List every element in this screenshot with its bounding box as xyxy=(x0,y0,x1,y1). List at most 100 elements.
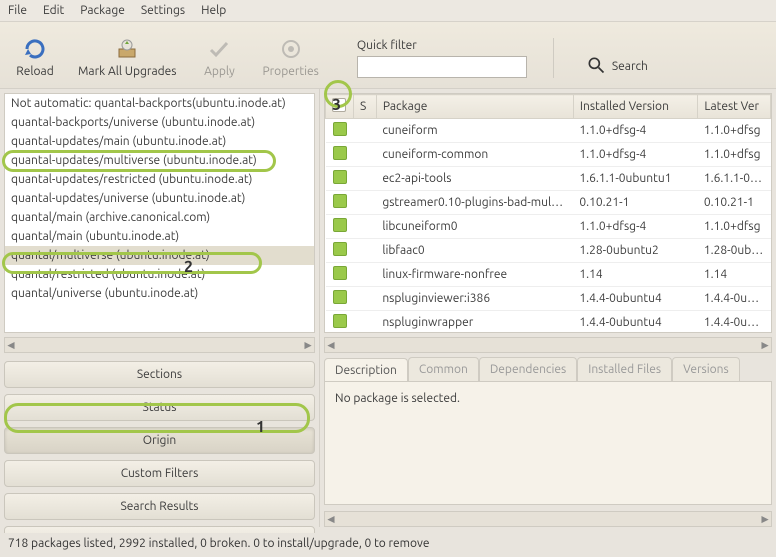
status-bar: 718 packages listed, 2992 installed, 0 b… xyxy=(0,533,776,554)
toolbar-divider xyxy=(553,38,554,78)
detail-hscrollbar[interactable]: ◄► xyxy=(324,511,772,527)
col-installed-version[interactable]: Installed Version xyxy=(573,95,697,119)
reload-label: Reload xyxy=(16,65,53,78)
table-row[interactable]: libcuneiform01.1.0+dfsg-41.1.0+dfsg xyxy=(326,215,771,239)
origin-item[interactable]: quantal/multiverse (ubuntu.inode.at) xyxy=(5,246,314,265)
package-status-icon[interactable] xyxy=(333,218,347,232)
installed-version: 1.1.0+dfsg-4 xyxy=(573,143,697,167)
sections-button[interactable]: Sections xyxy=(4,361,315,388)
latest-version: 1.14 xyxy=(698,263,771,287)
origin-item[interactable]: quantal/universe (ubuntu.inode.at) xyxy=(5,284,314,303)
origin-item[interactable]: quantal-backports/universe (ubuntu.inode… xyxy=(5,113,314,132)
quick-filter-label: Quick filter xyxy=(357,39,527,52)
table-row[interactable]: nspluginviewer:i3861.4.4-0ubuntu41.4.4-0… xyxy=(326,287,771,311)
detail-tabs: Description Common Dependencies Installe… xyxy=(324,357,772,381)
menu-file[interactable]: File xyxy=(8,4,27,17)
menu-edit[interactable]: Edit xyxy=(43,4,64,17)
mark-all-upgrades-button[interactable]: Mark All Upgrades xyxy=(78,35,176,78)
package-name: cuneiform-common xyxy=(376,143,573,167)
search-label: Search xyxy=(612,60,648,73)
package-hscrollbar[interactable]: ◄► xyxy=(324,337,772,353)
menu-help[interactable]: Help xyxy=(201,4,226,17)
category-buttons: Sections Status Origin Custom Filters Se… xyxy=(0,357,319,557)
col-status[interactable] xyxy=(326,95,354,119)
latest-version: 1.6.1.1-0ubuntu1 xyxy=(698,167,771,191)
installed-version: 1.1.0+dfsg-4 xyxy=(573,119,697,143)
latest-version: 1.28-0ubuntu2 xyxy=(698,239,771,263)
table-row[interactable]: linux-firmware-nonfree1.141.14 xyxy=(326,263,771,287)
apply-label: Apply xyxy=(204,65,235,78)
col-latest-version[interactable]: Latest Ver xyxy=(698,95,771,119)
properties-icon xyxy=(277,35,305,63)
reload-button[interactable]: Reload xyxy=(10,35,60,78)
quick-filter-group: Quick filter xyxy=(357,39,527,78)
package-name: libfaac0 xyxy=(376,239,573,263)
main-area: Not automatic: quantal-backports(ubuntu.… xyxy=(0,89,776,527)
apply-button: Apply xyxy=(194,35,244,78)
tab-dependencies[interactable]: Dependencies xyxy=(479,357,577,381)
search-results-button[interactable]: Search Results xyxy=(4,493,315,520)
tab-installed-files[interactable]: Installed Files xyxy=(577,357,672,381)
origin-button[interactable]: Origin xyxy=(4,427,315,454)
origin-item[interactable]: quantal-updates/restricted (ubuntu.inode… xyxy=(5,170,314,189)
package-status-icon[interactable] xyxy=(333,146,347,160)
latest-version: 1.1.0+dfsg xyxy=(698,143,771,167)
package-status-icon[interactable] xyxy=(333,242,347,256)
package-status-icon[interactable] xyxy=(333,122,347,136)
latest-version: 0.10.21-1 xyxy=(698,191,771,215)
tab-common[interactable]: Common xyxy=(408,357,479,381)
table-row[interactable]: cuneiform1.1.0+dfsg-41.1.0+dfsg xyxy=(326,119,771,143)
table-row[interactable]: nspluginwrapper1.4.4-0ubuntu41.4.4-0ubun… xyxy=(326,311,771,334)
menu-package[interactable]: Package xyxy=(80,4,125,17)
col-status2[interactable]: S xyxy=(354,95,377,119)
package-name: cuneiform xyxy=(376,119,573,143)
upgrade-icon xyxy=(113,35,141,63)
installed-version: 1.14 xyxy=(573,263,697,287)
origin-item[interactable]: Not automatic: quantal-backports(ubuntu.… xyxy=(5,94,314,113)
latest-version: 1.1.0+dfsg xyxy=(698,119,771,143)
apply-icon xyxy=(205,35,233,63)
quick-filter-input[interactable] xyxy=(357,56,527,78)
package-name: nspluginviewer:i386 xyxy=(376,287,573,311)
search-button[interactable]: Search xyxy=(586,55,648,78)
right-pane: S Package Installed Version Latest Ver c… xyxy=(320,89,776,527)
installed-version: 1.4.4-0ubuntu4 xyxy=(573,287,697,311)
menu-settings[interactable]: Settings xyxy=(141,4,185,17)
installed-version: 1.6.1.1-0ubuntu1 xyxy=(573,167,697,191)
menu-bar: File Edit Package Settings Help xyxy=(0,0,776,22)
installed-version: 0.10.21-1 xyxy=(573,191,697,215)
origin-item[interactable]: quantal/main (archive.canonical.com) xyxy=(5,208,314,227)
package-status-icon[interactable] xyxy=(333,170,347,184)
custom-filters-button[interactable]: Custom Filters xyxy=(4,460,315,487)
package-table[interactable]: S Package Installed Version Latest Ver c… xyxy=(324,93,772,333)
table-row[interactable]: libfaac01.28-0ubuntu21.28-0ubuntu2 xyxy=(326,239,771,263)
package-name: nspluginwrapper xyxy=(376,311,573,334)
status-button[interactable]: Status xyxy=(4,394,315,421)
table-row[interactable]: gstreamer0.10-plugins-bad-multiverse0.10… xyxy=(326,191,771,215)
table-row[interactable]: ec2-api-tools1.6.1.1-0ubuntu11.6.1.1-0ub… xyxy=(326,167,771,191)
origin-item[interactable]: quantal-updates/main (ubuntu.inode.at) xyxy=(5,132,314,151)
installed-version: 1.4.4-0ubuntu4 xyxy=(573,311,697,334)
tab-versions[interactable]: Versions xyxy=(672,357,740,381)
origin-item[interactable]: quantal-updates/universe (ubuntu.inode.a… xyxy=(5,189,314,208)
package-status-icon[interactable] xyxy=(333,290,347,304)
detail-empty-text: No package is selected. xyxy=(335,392,460,405)
latest-version: 1.4.4-0ubuntu4 xyxy=(698,287,771,311)
package-status-icon[interactable] xyxy=(333,194,347,208)
tab-description[interactable]: Description xyxy=(324,358,408,382)
col-package[interactable]: Package xyxy=(376,95,573,119)
reload-icon xyxy=(21,35,49,63)
table-row[interactable]: cuneiform-common1.1.0+dfsg-41.1.0+dfsg xyxy=(326,143,771,167)
mark-all-label: Mark All Upgrades xyxy=(78,65,176,78)
left-pane: Not automatic: quantal-backports(ubuntu.… xyxy=(0,89,320,527)
origin-item[interactable]: quantal-updates/multiverse (ubuntu.inode… xyxy=(5,151,314,170)
origin-hscrollbar[interactable]: ◄► xyxy=(4,337,315,353)
package-status-icon[interactable] xyxy=(333,266,347,280)
origin-item[interactable]: quantal/main (ubuntu.inode.at) xyxy=(5,227,314,246)
select-all-checkbox[interactable] xyxy=(332,98,346,112)
package-name: ec2-api-tools xyxy=(376,167,573,191)
origin-item[interactable]: quantal/restricted (ubuntu.inode.at) xyxy=(5,265,314,284)
package-status-icon[interactable] xyxy=(333,314,347,328)
origin-list[interactable]: Not automatic: quantal-backports(ubuntu.… xyxy=(4,93,315,333)
latest-version: 1.1.0+dfsg xyxy=(698,215,771,239)
